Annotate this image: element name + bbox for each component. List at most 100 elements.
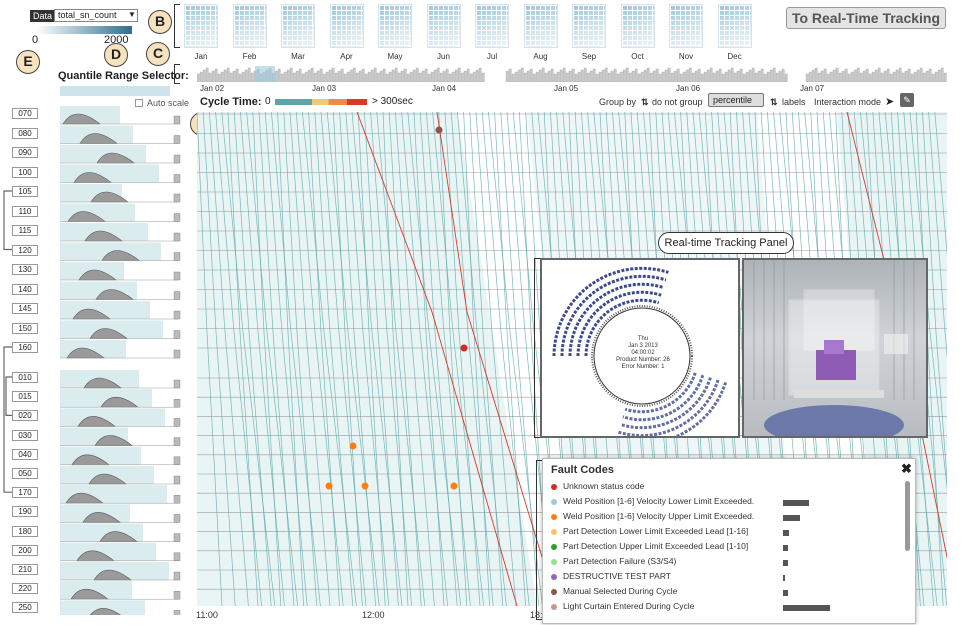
timeline-bar [274, 70, 278, 82]
fault-code-label: Unknown status code [563, 481, 645, 491]
sort-icon[interactable]: ⇅ [641, 97, 649, 108]
fault-code-row[interactable]: Manual Selected During Cycle [551, 586, 911, 601]
fault-count-bar [783, 515, 800, 521]
timeline-bar [508, 68, 512, 82]
timeline-bar [847, 73, 851, 82]
month-heatmap-oct[interactable] [620, 4, 655, 48]
interaction-mode-label: Interaction mode [814, 97, 882, 107]
timeline-bar [703, 71, 707, 82]
timeline-bar [706, 69, 710, 82]
density-plot-210 [60, 562, 181, 581]
month-heatmap-aug[interactable] [523, 4, 558, 48]
timeline-bar [556, 71, 560, 82]
cycle-time-density-plots[interactable] [60, 105, 185, 615]
month-label-mar: Mar [291, 52, 305, 61]
month-heatmap-dec[interactable] [717, 4, 752, 48]
timeline-bar [778, 70, 782, 82]
timeline-bar [754, 72, 758, 82]
timeline-bar [820, 70, 824, 82]
cursor-icon[interactable]: ➤ [885, 95, 894, 108]
timeline-bar [871, 71, 875, 82]
data-select[interactable]: total_sn_count [54, 9, 138, 22]
fault-code-row[interactable]: Light Curtain Entered During Cycle [551, 601, 911, 616]
fault-code-row[interactable]: Unknown status code [551, 481, 911, 496]
brush-icon[interactable]: ✎ [900, 93, 914, 107]
timeline-bar [559, 69, 563, 82]
month-heatmap-sep[interactable] [572, 4, 606, 48]
timeline-bar [358, 70, 362, 82]
chevron-down-icon[interactable]: ▼ [128, 10, 136, 19]
fault-code-row[interactable]: Part Detection Lower Limit Exceeded Lead… [551, 526, 911, 541]
timeline-bar [562, 67, 566, 82]
timeline-bar [607, 72, 611, 82]
timeline-bar [208, 72, 212, 82]
timeline-bar [874, 69, 878, 82]
density-plot-050 [60, 466, 181, 485]
timeline-bar [865, 68, 869, 82]
month-heatmap-mar[interactable] [281, 4, 315, 48]
machine-render [753, 260, 915, 436]
fault-code-label: Part Detection Failure (S3/S4) [563, 556, 677, 566]
month-label-apr: Apr [340, 52, 353, 61]
labels-icon[interactable]: ⇅ [770, 97, 778, 108]
timeline-bar [250, 72, 254, 82]
timeline-bar [577, 71, 581, 82]
percentile-label: percentile [713, 95, 753, 105]
month-heatmap-may[interactable] [378, 4, 412, 48]
density-plot-080 [60, 125, 181, 144]
density-plot-160 [60, 340, 181, 359]
fault-color-dot [551, 558, 557, 565]
timeline-bar [553, 73, 557, 82]
timeline-bar [547, 70, 551, 82]
timeline-bar [382, 68, 386, 82]
fault-code-row[interactable]: DESTRUCTIVE TEST PART [551, 571, 911, 586]
month-heatmap-jan[interactable] [184, 4, 218, 48]
calendar-bracket [174, 4, 180, 48]
month-heatmap-jul[interactable] [475, 4, 509, 48]
timeline-bar [823, 68, 827, 82]
timeline-bar [775, 72, 779, 82]
timeline-bar [748, 69, 752, 82]
timeline-bar [469, 73, 473, 82]
timeline-bar [745, 71, 749, 82]
timeline-bar [877, 67, 881, 82]
3d-machine-view[interactable] [742, 258, 928, 438]
density-plot-115 [60, 223, 181, 242]
radial-tracking-panel[interactable]: Thu Jan 3 2013 04:00:02 Product Number: … [540, 258, 740, 446]
timeline-bar [817, 72, 821, 82]
timeline-date-label: Jan 03 [312, 84, 337, 93]
close-icon[interactable]: ✖ [901, 461, 912, 477]
fault-event-dot [361, 482, 369, 490]
timeline-bar [682, 71, 686, 82]
timeline-histogram[interactable] [197, 66, 947, 82]
timeline-bar [550, 68, 554, 82]
timeline-bar [325, 71, 329, 82]
fault-code-row[interactable]: Part Detection Upper Limit Exceeded Lead… [551, 541, 911, 556]
timeline-bar [718, 68, 722, 82]
month-heatmap-jun[interactable] [426, 4, 461, 48]
month-heatmap-apr[interactable] [329, 4, 364, 48]
fault-code-row[interactable]: Part Detection Failure (S3/S4) [551, 556, 911, 571]
fault-count-bar [783, 575, 785, 581]
marker-c: C [146, 42, 170, 66]
timeline-bar [472, 71, 476, 82]
do-not-group-option[interactable]: do not group [652, 97, 703, 107]
month-heatmap-nov[interactable] [669, 4, 703, 48]
quantile-range-slider[interactable] [60, 86, 170, 96]
density-plot-180 [60, 523, 181, 542]
timeline-bar [457, 67, 461, 82]
timeline-bar [610, 70, 614, 82]
labels-option[interactable]: labels [782, 97, 806, 107]
fault-codes-panel[interactable]: Fault Codes ✖ Unknown status code Weld Po… [542, 458, 916, 624]
fault-code-row[interactable]: Weld Position [1-6] Velocity Upper Limit… [551, 511, 911, 526]
to-realtime-tracking-button[interactable]: To Real-Time Tracking [786, 7, 946, 29]
timeline-bar [850, 71, 854, 82]
fault-code-row[interactable]: Weld Position [1-6] Velocity Lower Limit… [551, 496, 911, 511]
percentile-button[interactable]: percentile [708, 93, 764, 107]
month-heatmap-feb[interactable] [232, 4, 267, 48]
timeline-bar [226, 67, 230, 82]
timeline-bar [925, 70, 929, 82]
fault-code-label: Weld Position [1-6] Velocity Upper Limit… [563, 511, 755, 521]
fault-color-dot [551, 513, 557, 520]
timeline-bar [829, 71, 833, 82]
